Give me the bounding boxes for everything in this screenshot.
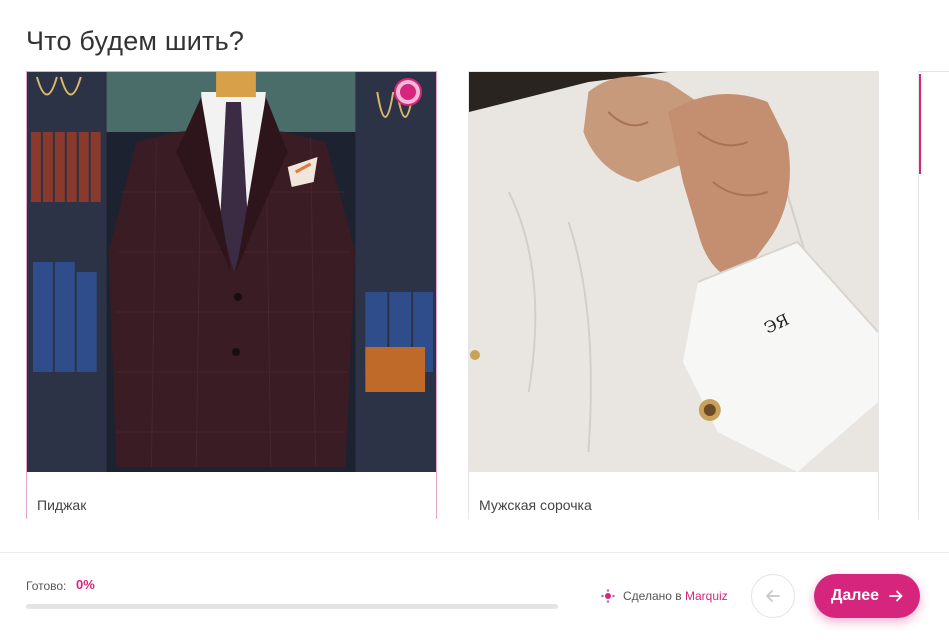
option-card-partial[interactable] xyxy=(918,71,949,519)
shirt-photo: ЭЯ xyxy=(469,72,878,472)
next-button-label: Далее xyxy=(830,587,880,604)
option-card-partial-accent xyxy=(919,74,921,174)
marquiz-logo-icon xyxy=(601,589,615,603)
progress-value: 0% xyxy=(76,577,95,592)
page-title: Что будем шить? xyxy=(26,26,245,56)
quiz-footer: Готово: 0% Сделано в Marquiz Далее xyxy=(0,552,949,640)
option-card-jacket[interactable]: Пиджак xyxy=(26,71,437,519)
next-button[interactable]: Далее xyxy=(814,574,920,618)
option-card-shirt[interactable]: ЭЯ Мужская сорочка xyxy=(468,71,879,519)
back-button[interactable] xyxy=(751,574,795,618)
arrow-left-icon xyxy=(766,590,780,602)
arrow-right-icon xyxy=(889,590,903,602)
made-in-marquiz-link[interactable]: Сделано в Marquiz xyxy=(601,589,728,603)
progress-bar xyxy=(26,604,558,609)
made-in-text: Сделано в Marquiz xyxy=(623,589,728,603)
made-in-brand: Marquiz xyxy=(684,589,728,603)
option-label: Мужская сорочка xyxy=(479,497,592,513)
progress-label: Готово: xyxy=(26,579,67,593)
option-label: Пиджак xyxy=(37,497,87,513)
option-selected-radio[interactable] xyxy=(394,78,422,106)
jacket-photo xyxy=(27,72,436,472)
radio-dot xyxy=(400,84,416,100)
options-carousel: Пиджак ЭЯ Мужская сорочка xyxy=(26,71,949,519)
